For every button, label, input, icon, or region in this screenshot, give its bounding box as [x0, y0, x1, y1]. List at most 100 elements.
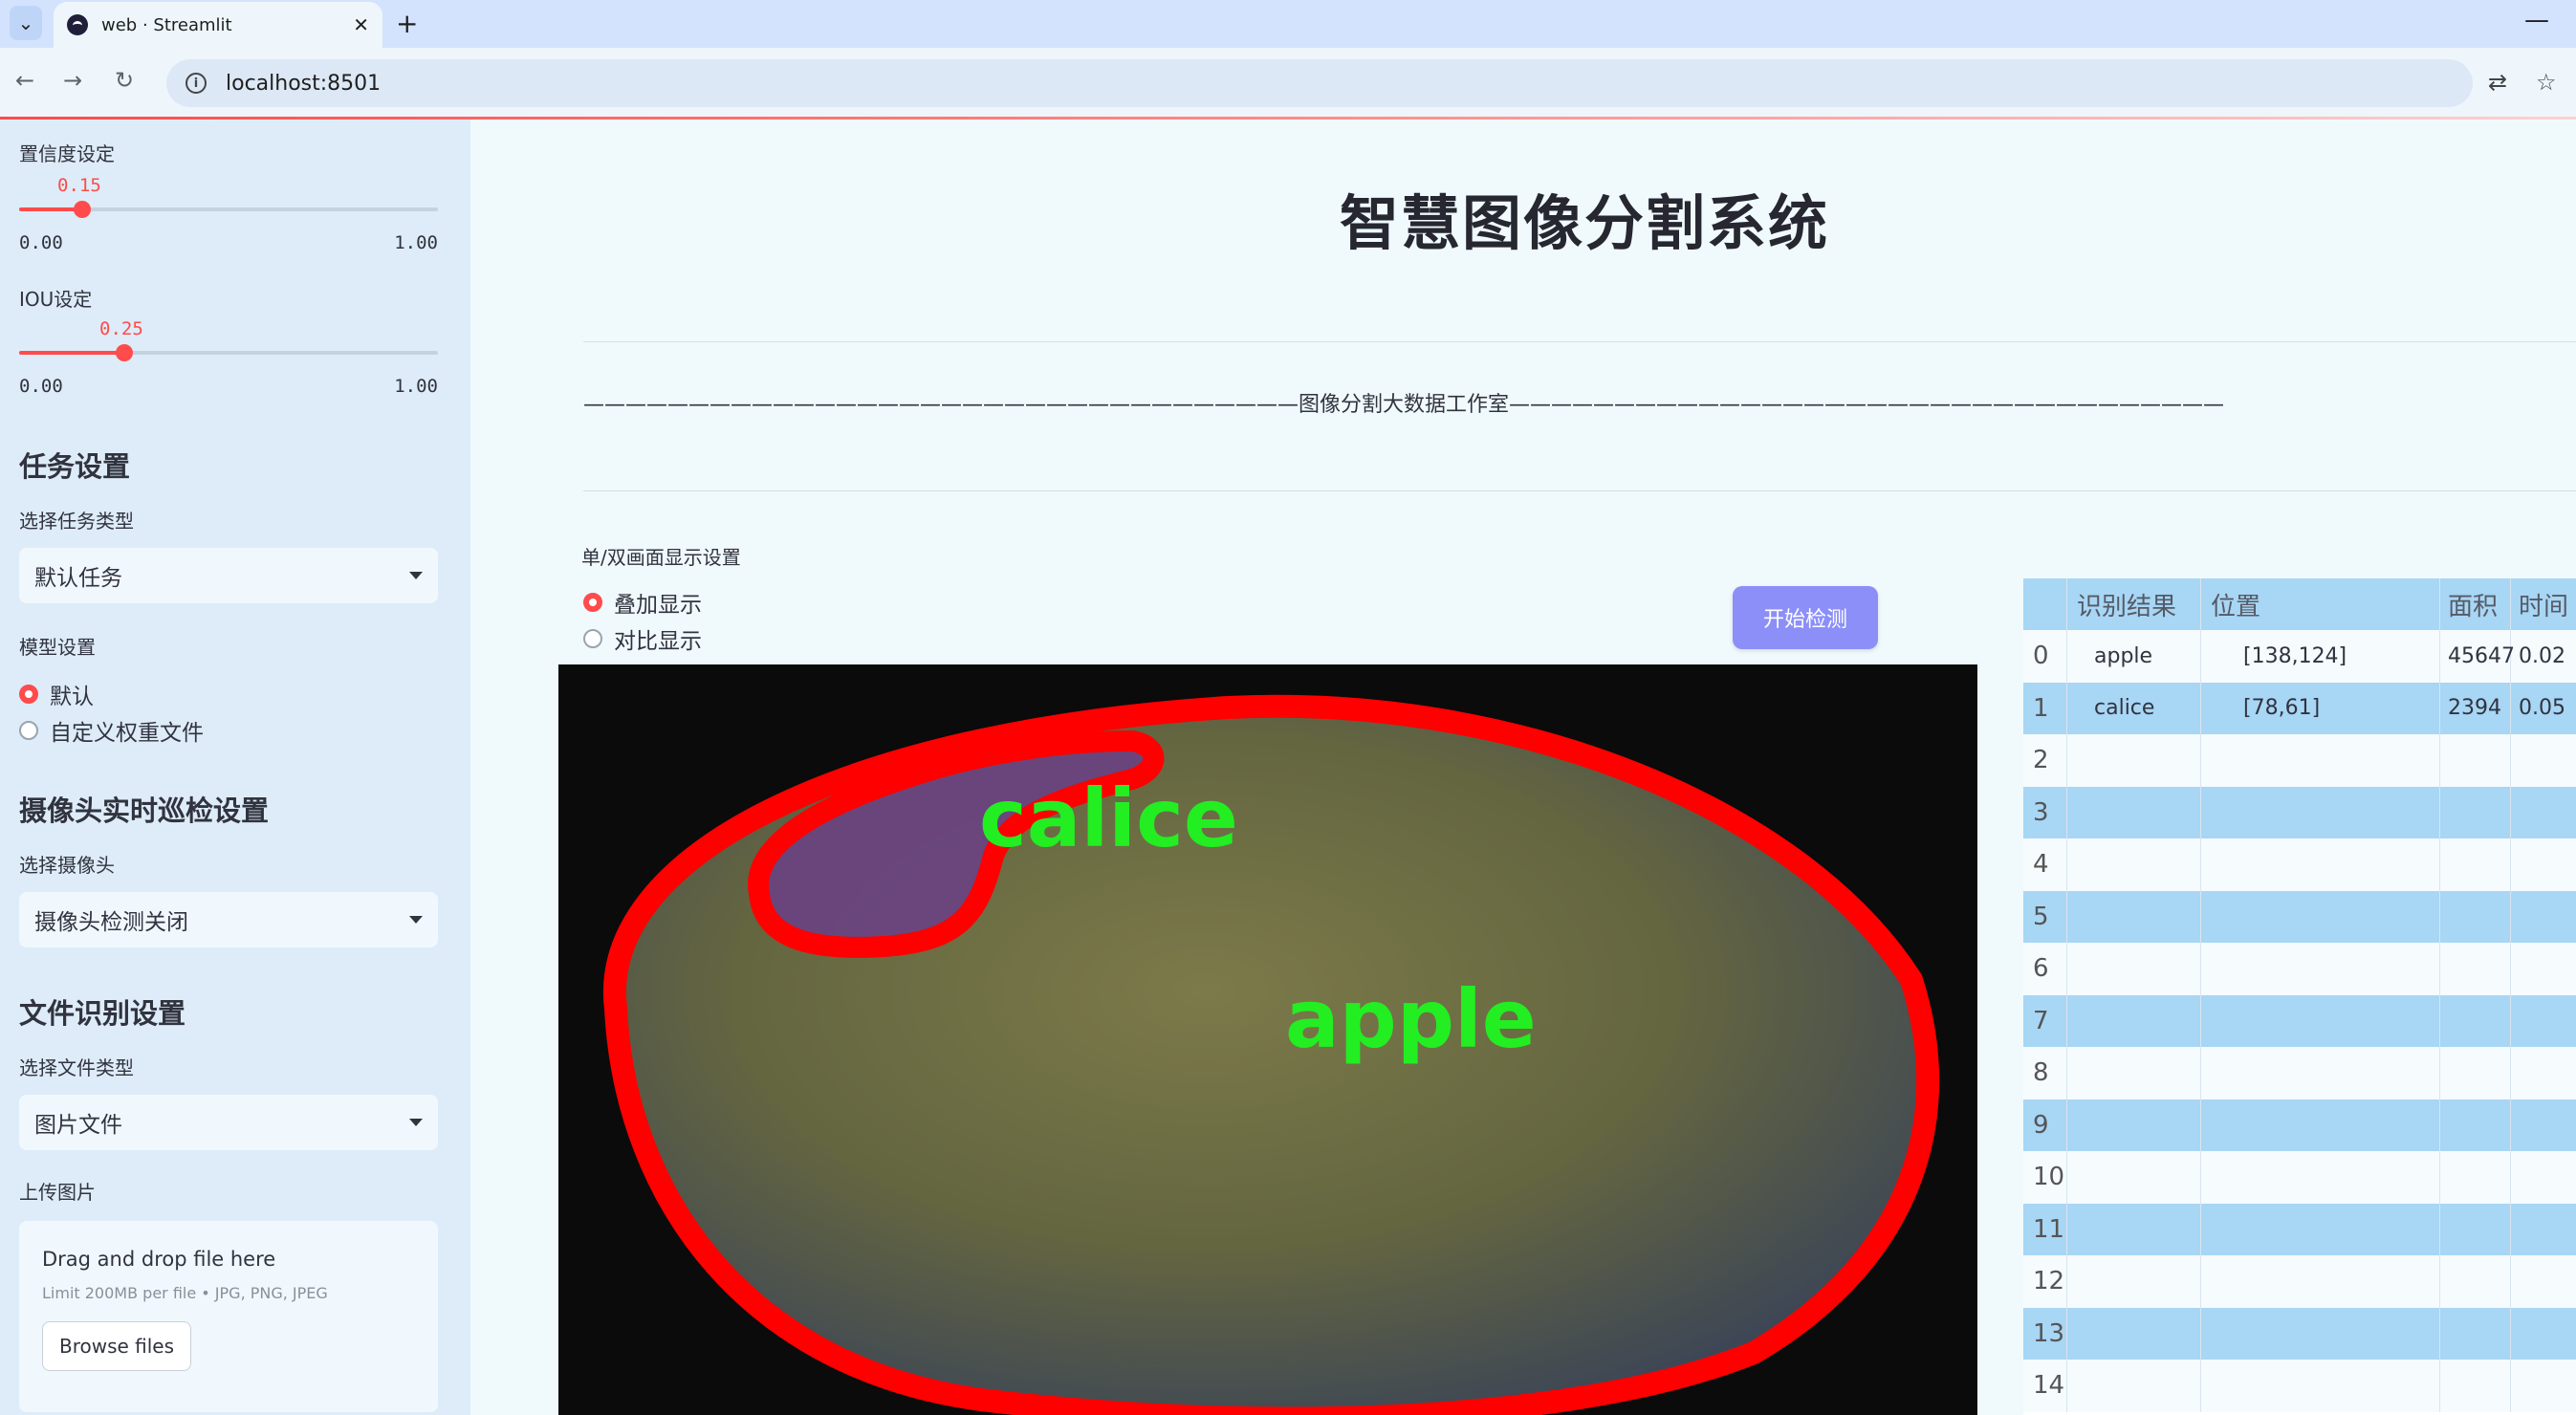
table-row[interactable]: 6: [2023, 943, 2576, 995]
row-result: [2067, 1047, 2201, 1099]
divider-bottom: [583, 490, 2576, 491]
row-index: 1: [2023, 682, 2067, 734]
start-detection-button[interactable]: 开始检测: [1733, 586, 1878, 649]
row-result: [2067, 1360, 2201, 1412]
table-row[interactable]: 3: [2023, 786, 2576, 838]
header-position[interactable]: 位置: [2201, 578, 2440, 630]
row-time: [2511, 1151, 2576, 1204]
row-index: 3: [2023, 786, 2067, 838]
row-position: [2201, 1203, 2440, 1255]
radio-unselected-icon[interactable]: [19, 721, 38, 740]
row-time: 0.02: [2519, 643, 2565, 668]
file-dropzone[interactable]: Drag and drop file here Limit 200MB per …: [19, 1221, 438, 1412]
row-index: 6: [2023, 943, 2067, 995]
iou-slider-fill: [19, 351, 124, 355]
row-area: [2440, 734, 2511, 787]
back-arrow-icon[interactable]: ←: [15, 67, 34, 94]
address-bar[interactable]: i localhost:8501: [166, 59, 2473, 107]
display-option-overlay[interactable]: 叠加显示: [583, 586, 702, 619]
row-position: [2201, 1360, 2440, 1412]
tab-search-chevron-icon[interactable]: ⌄: [10, 6, 42, 40]
row-area: [2440, 994, 2511, 1047]
file-type-select[interactable]: 图片文件: [19, 1095, 438, 1150]
row-index: 10: [2023, 1151, 2067, 1204]
radio-unselected-icon[interactable]: [583, 629, 602, 648]
row-position: [2201, 943, 2440, 995]
chevron-down-icon: [409, 1119, 423, 1126]
iou-slider-thumb[interactable]: [116, 344, 133, 361]
row-area: [2440, 1307, 2511, 1360]
table-row[interactable]: 10: [2023, 1151, 2576, 1204]
row-result: [2067, 838, 2201, 891]
row-position: [2201, 994, 2440, 1047]
row-index: 2: [2023, 734, 2067, 787]
dropzone-drag-text: Drag and drop file here: [42, 1248, 276, 1271]
row-index: 0: [2023, 630, 2067, 683]
camera-select[interactable]: 摄像头检测关闭: [19, 892, 438, 947]
radio-selected-icon[interactable]: [19, 685, 38, 704]
table-row[interactable]: 1 calice [78,61] 2394 0.05: [2023, 682, 2576, 734]
iou-slider[interactable]: [19, 344, 438, 361]
header-result[interactable]: 识别结果: [2067, 578, 2201, 630]
upload-image-label: 上传图片: [19, 1181, 96, 1204]
model-option-default[interactable]: 默认: [19, 678, 94, 710]
table-row[interactable]: 13: [2023, 1307, 2576, 1360]
camera-settings-header: 摄像头实时巡检设置: [19, 795, 270, 827]
row-position: [2201, 1255, 2440, 1308]
site-info-icon[interactable]: i: [186, 73, 207, 94]
confidence-slider[interactable]: [19, 201, 438, 218]
results-table[interactable]: 识别结果 位置 面积 时间 0 apple [138,124] 45647 0.02 1 c…: [2023, 578, 2576, 1415]
display-option-overlay-label: 叠加显示: [614, 593, 702, 618]
file-settings-header: 文件识别设置: [19, 997, 186, 1030]
table-row[interactable]: 4: [2023, 838, 2576, 891]
row-result: [2067, 786, 2201, 838]
table-header-row: 识别结果 位置 面积 时间: [2023, 578, 2576, 630]
window-minimize-icon[interactable]: —: [2524, 6, 2549, 34]
table-row[interactable]: 14: [2023, 1360, 2576, 1412]
row-position: [2201, 1151, 2440, 1204]
header-area[interactable]: 面积: [2440, 578, 2511, 630]
iou-label: IOU设定: [19, 288, 93, 311]
table-row[interactable]: 8: [2023, 1047, 2576, 1099]
browse-files-button[interactable]: Browse files: [42, 1321, 191, 1371]
table-row[interactable]: 9: [2023, 1099, 2576, 1151]
row-area: [2440, 1047, 2511, 1099]
table-row[interactable]: 11: [2023, 1203, 2576, 1255]
table-row[interactable]: 5: [2023, 890, 2576, 943]
header-time[interactable]: 时间: [2511, 578, 2576, 630]
display-option-compare-label: 对比显示: [614, 629, 702, 654]
row-index: 9: [2023, 1099, 2067, 1151]
iou-max: 1.00: [394, 376, 438, 397]
radio-selected-icon[interactable]: [583, 593, 602, 612]
row-time: [2511, 1360, 2576, 1412]
task-type-select[interactable]: 默认任务: [19, 548, 438, 603]
browser-tab[interactable]: web · Streamlit ✕: [54, 2, 382, 48]
model-option-custom[interactable]: 自定义权重文件: [19, 714, 204, 747]
divider-top: [583, 341, 2576, 342]
forward-arrow-icon[interactable]: →: [63, 67, 82, 94]
row-area: 45647: [2440, 630, 2515, 683]
bookmark-star-icon[interactable]: ☆: [2536, 69, 2557, 96]
row-position: [2201, 838, 2440, 891]
display-option-compare[interactable]: 对比显示: [583, 622, 702, 655]
confidence-label: 置信度设定: [19, 142, 115, 165]
reload-icon[interactable]: ↻: [115, 67, 134, 94]
row-time: [2511, 995, 2576, 1048]
table-row[interactable]: 2: [2023, 734, 2576, 787]
tab-title: web · Streamlit: [101, 14, 232, 35]
table-row[interactable]: 7: [2023, 994, 2576, 1048]
row-index: 4: [2023, 838, 2067, 891]
tab-close-icon[interactable]: ✕: [353, 13, 369, 36]
confidence-slider-thumb[interactable]: [74, 201, 91, 218]
new-tab-plus-icon[interactable]: +: [396, 8, 418, 39]
translate-icon[interactable]: ⇄: [2488, 69, 2507, 96]
confidence-max: 1.00: [394, 232, 438, 253]
row-result: [2067, 890, 2201, 943]
table-row[interactable]: 12: [2023, 1255, 2576, 1308]
row-index: 7: [2023, 994, 2067, 1047]
row-time: [2511, 1047, 2576, 1099]
table-row[interactable]: 0 apple [138,124] 45647 0.02: [2023, 630, 2576, 683]
row-result: [2067, 1151, 2201, 1204]
chevron-down-icon: [409, 572, 423, 579]
iou-value: 0.25: [99, 318, 143, 339]
